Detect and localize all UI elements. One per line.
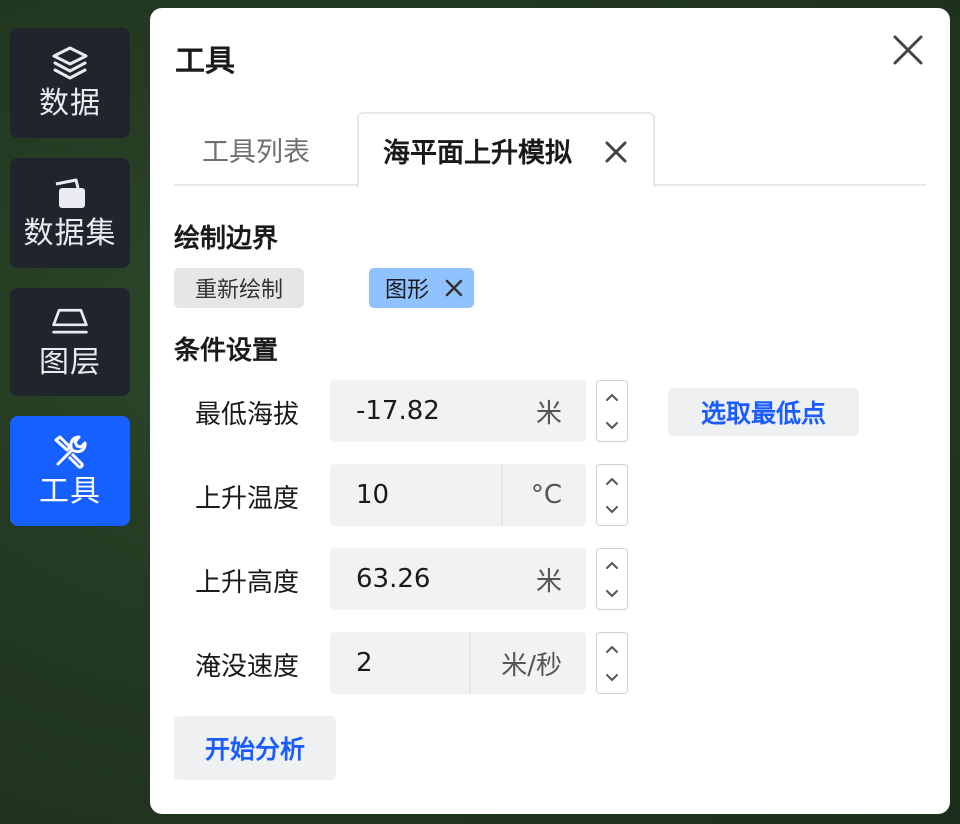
- stepper-up-button[interactable]: [597, 634, 626, 663]
- tab-tool-list[interactable]: 工具列表: [202, 112, 310, 186]
- sidebar-item-layers[interactable]: 图层: [10, 288, 130, 396]
- chevron-down-icon: [605, 421, 618, 429]
- chevron-up-icon: [605, 645, 618, 653]
- field-unit: 米: [535, 398, 562, 429]
- flood-speed-stepper: [596, 632, 628, 694]
- shape-tag: 图形: [369, 268, 474, 308]
- stepper-up-button[interactable]: [597, 466, 626, 495]
- form-row-flood-speed: 淹没速度 米/秒: [195, 632, 855, 694]
- cards-icon: [50, 174, 90, 214]
- sidebar-item-tools[interactable]: 工具: [10, 416, 130, 526]
- stepper-down-button[interactable]: [597, 411, 626, 440]
- section-title-boundary: 绘制边界: [174, 224, 279, 254]
- tools-icon: [50, 432, 90, 472]
- layer-plane-icon: [50, 303, 90, 343]
- lowest-elevation-stepper: [596, 380, 628, 442]
- sidebar-item-data[interactable]: 数据: [10, 28, 130, 138]
- tab-label: 海平面上升模拟: [383, 137, 572, 169]
- tab-sea-level-rise[interactable]: 海平面上升模拟: [357, 112, 655, 188]
- rise-height-stepper: [596, 548, 628, 610]
- redraw-button[interactable]: 重新绘制: [174, 268, 304, 308]
- close-icon: [893, 35, 923, 65]
- stepper-down-button[interactable]: [597, 663, 626, 692]
- start-analysis-button[interactable]: 开始分析: [174, 716, 336, 780]
- stepper-down-button[interactable]: [597, 495, 626, 524]
- sidebar-item-label: 数据: [39, 86, 101, 121]
- chevron-up-icon: [605, 393, 618, 401]
- field-label: 淹没速度: [195, 652, 300, 682]
- field-label: 最低海拔: [195, 400, 300, 430]
- field-unit: °C: [501, 464, 586, 526]
- field-unit: 米/秒: [469, 632, 586, 694]
- close-icon: [605, 141, 627, 163]
- section-title-conditions: 条件设置: [174, 336, 279, 366]
- pick-lowest-point-button[interactable]: 选取最低点: [668, 388, 859, 436]
- shape-tag-label: 图形: [385, 278, 430, 303]
- close-icon: [445, 279, 463, 297]
- field-label: 上升高度: [195, 568, 300, 598]
- sidebar-item-label: 数据集: [23, 216, 117, 251]
- stepper-up-button[interactable]: [597, 550, 626, 579]
- sidebar-item-dataset[interactable]: 数据集: [10, 158, 130, 268]
- chevron-up-icon: [605, 561, 618, 569]
- close-button[interactable]: [890, 32, 926, 68]
- panel-title: 工具: [175, 44, 235, 79]
- chevron-down-icon: [605, 589, 618, 597]
- shape-tag-remove-button[interactable]: [444, 278, 464, 298]
- chevron-up-icon: [605, 477, 618, 485]
- layers-icon: [50, 44, 90, 84]
- tab-bar: 工具列表 海平面上升模拟: [174, 112, 926, 188]
- chevron-down-icon: [605, 673, 618, 681]
- form-row-lowest-elevation: 最低海拔 米 选取最低点: [195, 380, 859, 442]
- chevron-down-icon: [605, 505, 618, 513]
- sidebar-item-label: 工具: [39, 474, 101, 509]
- form-row-rise-height: 上升高度 米: [195, 548, 855, 610]
- tab-close-button[interactable]: [603, 139, 629, 165]
- sidebar-item-label: 图层: [39, 345, 101, 380]
- form-row-rise-temperature: 上升温度 °C: [195, 464, 855, 526]
- field-unit: 米: [535, 566, 562, 597]
- stepper-down-button[interactable]: [597, 579, 626, 608]
- tool-panel: 工具 工具列表 海平面上升模拟 绘制边界 重新绘制 图形 条件设置 最低海拔 -…: [150, 8, 950, 814]
- field-label: 上升温度: [195, 484, 300, 514]
- rise-temperature-stepper: [596, 464, 628, 526]
- stepper-up-button[interactable]: [597, 382, 626, 411]
